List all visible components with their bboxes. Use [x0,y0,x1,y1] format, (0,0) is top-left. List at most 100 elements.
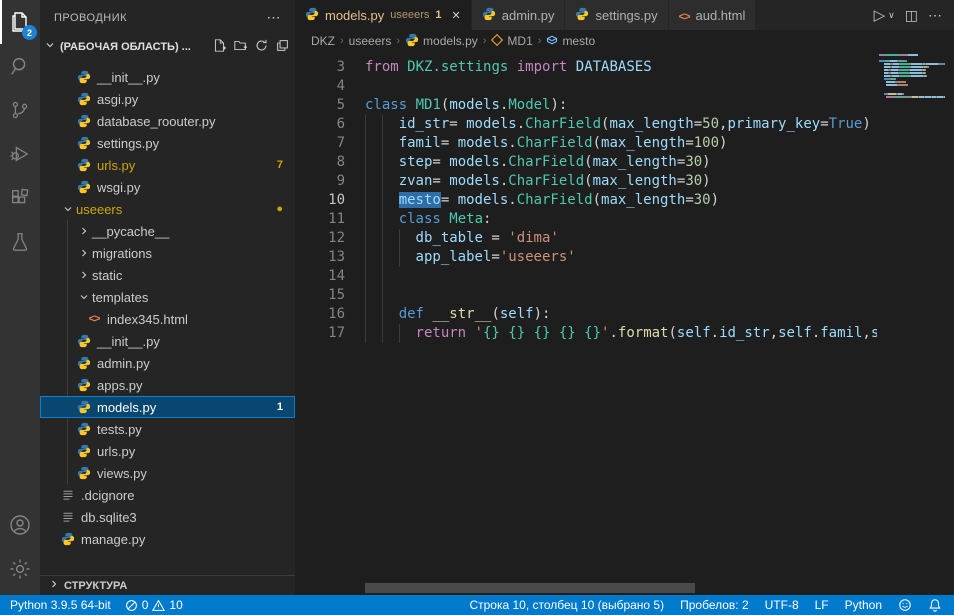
tree-item-manage-py[interactable]: manage.py [40,528,295,550]
activity-search[interactable] [0,44,40,88]
tree-item-label: templates [92,290,148,305]
code-line-13[interactable]: 13app_label='useeers' [295,248,877,267]
indentation[interactable]: Пробелов: 2 [680,598,749,612]
code-line-8[interactable]: 8step= models.CharField(max_length=30) [295,153,877,172]
outline-section-header[interactable]: СТРУКТУРА [40,575,295,595]
tree-item-urls-py[interactable]: urls.py7 [40,154,295,176]
tree-item-asgi-py[interactable]: asgi.py [40,88,295,110]
tree-item-migrations[interactable]: migrations [40,242,295,264]
python-file-icon [76,180,92,194]
tree-item-static[interactable]: static [40,264,295,286]
explorer-more-actions-icon[interactable]: ⋯ [267,9,282,26]
code-line-3[interactable]: 3from DKZ.settings import DATABASES [295,58,877,77]
workspace-section-header[interactable]: (РАБОЧАЯ ОБЛАСТЬ) ... [40,35,295,58]
code-line-11[interactable]: 11class Meta: [295,210,877,229]
problems-status[interactable]: 0 10 [125,598,183,612]
tree-item-wsgi-py[interactable]: wsgi.py [40,176,295,198]
tree-item-urls-py[interactable]: urls.py [40,440,295,462]
tree-item-admin-py[interactable]: admin.py [40,352,295,374]
language-mode[interactable]: Python [845,598,882,612]
tree-item-useeers[interactable]: useeers● [40,198,295,220]
code-line-15[interactable]: 15 [295,286,877,305]
tree-item-init-py[interactable]: __init__.py [40,330,295,352]
code-line-12[interactable]: 12db_table = 'dima' [295,229,877,248]
html-file-icon: <> [86,313,102,325]
beaker-icon [9,231,31,253]
tree-item-tests-py[interactable]: tests.py [40,418,295,440]
code-line-5[interactable]: 5class MD1(models.Model): [295,96,877,115]
breadcrumb-item-useeers[interactable]: useeers [349,34,392,48]
new-file-icon[interactable] [213,39,226,55]
python-interpreter-status[interactable]: Python 3.9.5 64-bit [10,598,111,612]
code-line-9[interactable]: 9zvan= models.CharField(max_length=30) [295,172,877,191]
run-python-file-icon[interactable]: ▷ [874,6,886,24]
code-line-4[interactable]: 4 [295,77,877,96]
tree-item-apps-py[interactable]: apps.py [40,374,295,396]
new-folder-icon[interactable] [234,39,247,55]
breadcrumb-item-mesto[interactable]: mesto [546,34,595,49]
tree-item-templates[interactable]: templates [40,286,295,308]
line-text: step= models.CharField(max_length=30) [365,153,711,172]
tree-item-index345-html[interactable]: <>index345.html [40,308,295,330]
tree-item-label: manage.py [81,532,145,547]
tree-item-dcignore[interactable]: .dcignore [40,484,295,506]
settings-button[interactable] [0,547,40,591]
tree-item-pycache[interactable]: __pycache__ [40,220,295,242]
tab-description: useeers [390,9,429,21]
tree-item-init-py[interactable]: __init__.py [40,66,295,88]
breadcrumb-item-dkz[interactable]: DKZ [311,34,335,48]
code-line-6[interactable]: 6id_str= models.CharField(max_length=50,… [295,115,877,134]
line-number: 16 [295,305,345,324]
code-line-16[interactable]: 16def __str__(self): [295,305,877,324]
activity-testing[interactable] [0,220,40,264]
collapse-folders-icon[interactable] [276,39,289,55]
vscode-window: 2 ПРОВОДНИК ⋯ (РАБОЧАЯ ОБЛАСТЬ) ... i [0,0,954,595]
run-dropdown-icon[interactable]: ∨ [888,10,895,21]
tree-item-label: admin.py [97,356,150,371]
editor-more-actions-icon[interactable]: ⋯ [928,7,942,24]
line-number: 5 [295,96,345,115]
line-text: mesto= models.CharField(max_length=30) [365,191,719,210]
code-line-14[interactable]: 14 [295,267,877,286]
notifications-bell-icon[interactable] [928,598,942,612]
tree-item-views-py[interactable]: views.py [40,462,295,484]
tab-admin-py[interactable]: admin.py [472,0,566,30]
line-number: 11 [295,210,345,229]
activity-extensions[interactable] [0,176,40,220]
feedback-icon[interactable] [898,598,912,612]
minimap[interactable] [879,54,945,99]
eol-sequence[interactable]: LF [815,598,829,612]
code-line-7[interactable]: 7famil= models.CharField(max_length=100) [295,134,877,153]
tree-item-database-roouter-py[interactable]: database_roouter.py [40,110,295,132]
code-line-10[interactable]: 10mesto= models.CharField(max_length=30) [295,191,877,210]
close-icon[interactable]: ✕ [452,9,461,22]
breadcrumb-item-md1[interactable]: MD1 [491,34,532,49]
split-editor-icon[interactable]: ◫ [905,7,918,24]
breadcrumb-item-models-py[interactable]: models.py [405,33,478,50]
activity-source-control[interactable] [0,88,40,132]
file-tree: index.html__init__.pyasgi.pydatabase_roo… [40,58,295,576]
tab-settings-py[interactable]: settings.py [565,0,668,30]
refresh-icon[interactable] [255,39,268,55]
activity-explorer[interactable]: 2 [0,0,40,44]
tree-item-label: settings.py [97,136,159,151]
activity-run-debug[interactable] [0,132,40,176]
tree-item-db-sqlite3[interactable]: db.sqlite3 [40,506,295,528]
python-file-icon [60,532,76,546]
code-line-17[interactable]: 17return '{} {} {} {} {}'.format(self.id… [295,324,877,343]
tree-item-settings-py[interactable]: settings.py [40,132,295,154]
tree-item-label: database_roouter.py [97,114,216,129]
error-icon [125,599,138,612]
code-editor[interactable]: 3from DKZ.settings import DATABASES45cla… [295,52,954,595]
tab-models-py[interactable]: models.pyuseeers1✕ [295,0,472,30]
horizontal-scrollbar[interactable] [365,583,695,593]
tab-aud-html[interactable]: <>aud.html [669,0,757,30]
chevron-down-icon [76,291,92,303]
encoding[interactable]: UTF-8 [765,598,799,612]
cursor-position[interactable]: Строка 10, столбец 10 (выбрано 5) [469,598,664,612]
line-number: 13 [295,248,345,267]
tree-item-index-html[interactable]: index.html [40,58,295,66]
tree-item-models-py[interactable]: models.py1 [40,396,295,418]
line-number: 3 [295,58,345,77]
account-button[interactable] [0,503,40,547]
